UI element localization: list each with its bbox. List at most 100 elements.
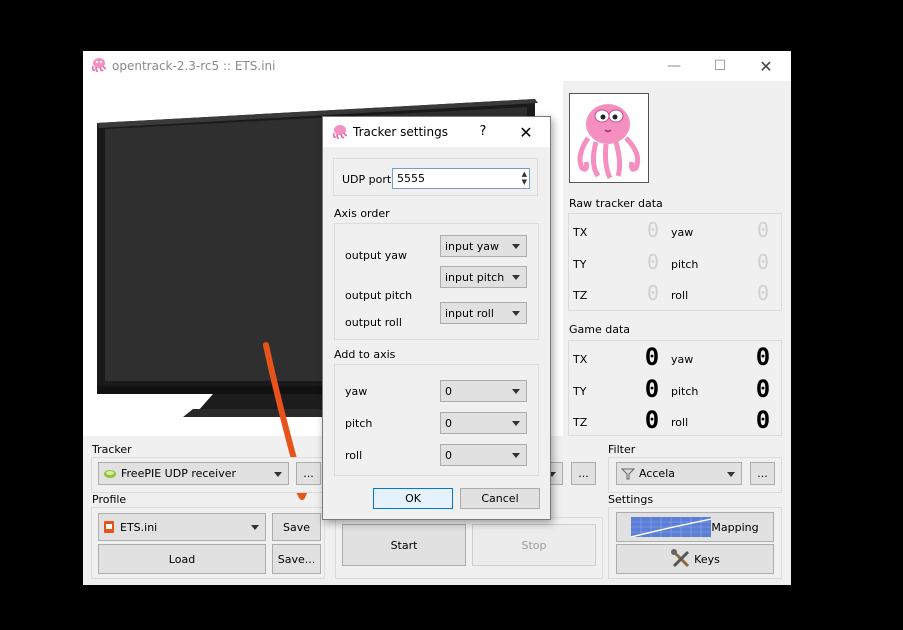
settings-title: Settings — [608, 493, 654, 506]
add-yaw-select[interactable]: 0 — [440, 380, 527, 402]
profile-select[interactable]: ETS.ini — [98, 513, 266, 541]
axis-order-title: Axis order — [334, 207, 390, 220]
octopus-app-icon — [91, 58, 107, 72]
profile-save-as-button[interactable]: Save... — [272, 544, 321, 574]
game-data-title: Game data — [569, 323, 631, 336]
profile-load-button[interactable]: Load — [98, 544, 266, 574]
raw-yaw-value: 0 — [756, 218, 770, 242]
keys-button[interactable]: Keys — [616, 544, 774, 574]
raw-tracker-data-title: Raw tracker data — [569, 197, 663, 210]
game-tx-value: 0 — [644, 343, 660, 371]
maximize-button[interactable]: ☐ — [697, 51, 743, 81]
dialog-close-button[interactable]: ✕ — [513, 120, 539, 144]
chevron-down-icon — [727, 471, 735, 477]
game-ty-label: TY — [573, 385, 587, 398]
ok-button[interactable]: OK — [373, 488, 453, 509]
game-tz-value: 0 — [644, 406, 660, 434]
add-to-axis-title: Add to axis — [334, 348, 396, 361]
game-pitch-value: 0 — [755, 375, 771, 403]
tracker-select[interactable]: FreePIE UDP receiver — [98, 462, 289, 485]
mapping-button[interactable]: Mapping — [616, 512, 774, 542]
udp-port-label: UDP port — [342, 173, 392, 186]
tracker-title: Tracker — [92, 443, 132, 456]
profile-file-icon — [104, 521, 114, 533]
game-yaw-label: yaw — [671, 353, 694, 366]
profile-save-button[interactable]: Save — [272, 513, 321, 541]
mapping-curve-icon — [631, 517, 712, 537]
tools-icon — [671, 549, 690, 568]
profile-title: Profile — [92, 493, 127, 506]
window-title: opentrack-2.3-rc5 :: ETS.ini — [112, 59, 276, 73]
cancel-button[interactable]: Cancel — [460, 488, 540, 509]
game-roll-label: roll — [671, 416, 689, 429]
raw-pitch-value: 0 — [756, 250, 770, 274]
raw-roll-label: roll — [671, 289, 689, 302]
add-pitch-value: 0 — [445, 416, 452, 430]
help-button[interactable]: ? — [473, 121, 493, 141]
mapping-button-label: Mapping — [711, 520, 759, 534]
minimize-button[interactable]: — — [651, 51, 697, 81]
game-tz-label: TZ — [573, 416, 588, 429]
raw-tz-label: TZ — [573, 289, 588, 302]
output-roll-label: output roll — [345, 316, 402, 329]
add-yaw-label: yaw — [345, 385, 368, 398]
yaw-input-value: input yaw — [445, 239, 500, 253]
raw-tz-value: 0 — [646, 281, 660, 305]
annotation-arrow — [263, 342, 321, 500]
game-data-group: TX TY TZ 0 0 0 yaw pitch roll 0 0 0 — [568, 340, 782, 436]
raw-tx-label: TX — [573, 226, 588, 239]
dialog-title-bar[interactable]: Tracker settings ? ✕ — [323, 117, 550, 147]
filter-title: Filter — [608, 443, 636, 456]
add-roll-label: roll — [345, 449, 363, 462]
stop-button[interactable]: Stop — [472, 524, 596, 566]
chevron-down-icon — [512, 453, 520, 458]
chevron-down-icon — [512, 275, 520, 280]
pitch-input-value: input pitch — [445, 270, 505, 284]
spin-arrows-icon: ▲ ▼ — [521, 170, 527, 186]
tracker-settings-dialog: Tracker settings ? ✕ UDP port 5555 ▲ ▼ Ax… — [322, 116, 551, 520]
roll-input-select[interactable]: input roll — [440, 302, 527, 324]
add-roll-select[interactable]: 0 — [440, 444, 527, 466]
add-pitch-select[interactable]: 0 — [440, 412, 527, 434]
dialog-title: Tracker settings — [353, 125, 448, 139]
filter-select-value: Accela — [639, 467, 675, 480]
output-yaw-label: output yaw — [345, 249, 408, 262]
octopus-app-icon — [332, 125, 348, 139]
raw-tx-value: 0 — [646, 218, 660, 242]
profile-select-value: ETS.ini — [120, 520, 158, 534]
freepie-icon — [104, 469, 116, 478]
chevron-down-icon — [512, 311, 520, 316]
raw-roll-value: 0 — [756, 281, 770, 305]
chevron-down-icon — [512, 244, 520, 249]
close-button[interactable]: ✕ — [743, 51, 789, 81]
octopus-logo-icon — [577, 104, 641, 180]
pitch-input-select[interactable]: input pitch — [440, 266, 527, 288]
yaw-input-select[interactable]: input yaw — [440, 235, 527, 257]
tracker-settings-button[interactable]: ... — [296, 462, 321, 485]
udp-port-value: 5555 — [397, 172, 425, 185]
raw-ty-value: 0 — [646, 250, 660, 274]
game-pitch-label: pitch — [671, 385, 699, 398]
udp-port-spinbox[interactable]: 5555 ▲ ▼ — [392, 168, 530, 189]
tracker-select-value: FreePIE UDP receiver — [121, 467, 237, 480]
add-roll-value: 0 — [445, 448, 452, 462]
output-pitch-label: output pitch — [345, 289, 413, 302]
protocol-settings-button[interactable]: ... — [571, 462, 596, 485]
add-yaw-value: 0 — [445, 384, 452, 398]
keys-button-label: Keys — [694, 552, 720, 566]
filter-select[interactable]: Accela — [616, 462, 742, 485]
roll-input-value: input roll — [445, 306, 494, 320]
game-roll-value: 0 — [755, 406, 771, 434]
filter-settings-button[interactable]: ... — [750, 462, 775, 485]
raw-tracker-data-group: TX TY TZ 0 0 0 yaw pitch roll 0 0 0 — [568, 213, 782, 311]
funnel-icon — [621, 468, 635, 479]
opentrack-logo — [569, 93, 649, 183]
chevron-down-icon — [512, 421, 520, 426]
title-bar[interactable]: opentrack-2.3-rc5 :: ETS.ini — ☐ ✕ — [83, 51, 791, 81]
start-button[interactable]: Start — [342, 524, 466, 566]
game-ty-value: 0 — [644, 375, 660, 403]
raw-pitch-label: pitch — [671, 258, 699, 271]
chevron-down-icon — [251, 525, 259, 530]
raw-yaw-label: yaw — [671, 226, 694, 239]
chevron-down-icon — [274, 471, 282, 477]
